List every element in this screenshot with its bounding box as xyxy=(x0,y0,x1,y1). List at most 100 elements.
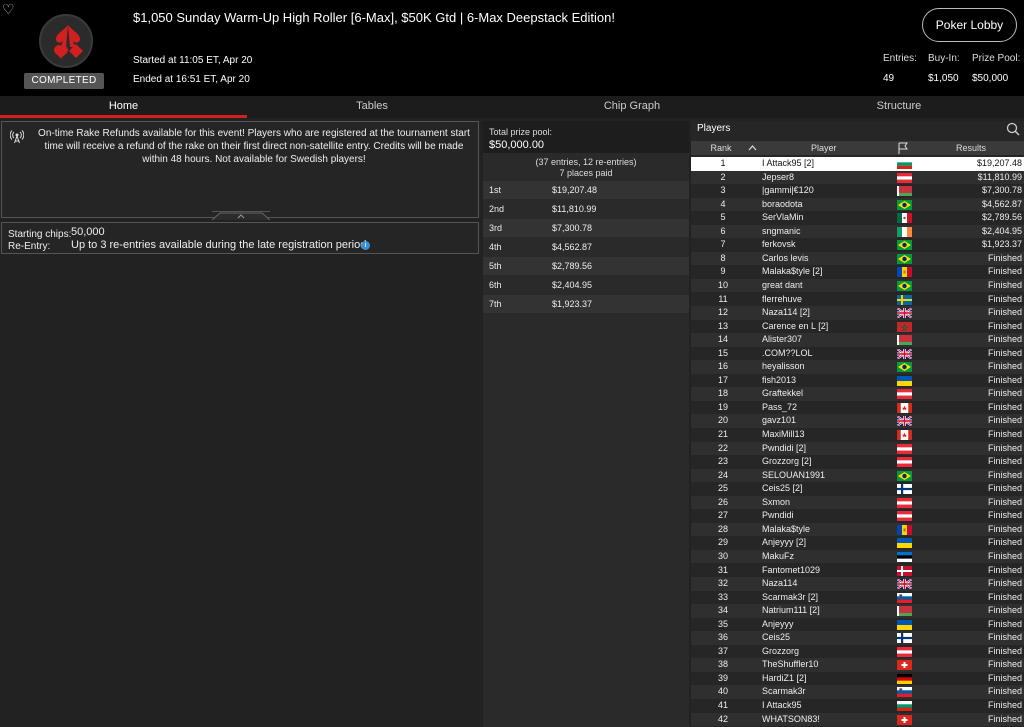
player-row[interactable]: 11 flerrehuve Finished xyxy=(691,293,1024,307)
player-rank: 33 xyxy=(717,591,728,602)
brazil-flag-icon xyxy=(897,253,912,264)
player-row[interactable]: 24 SELOUAN1991 Finished xyxy=(691,468,1024,483)
player-row[interactable]: 8 Carlos levis Finished xyxy=(691,251,1024,266)
player-row[interactable]: 1 I Attack95 [2] $19,207.48 xyxy=(691,157,1024,171)
player-row[interactable]: 40 Scarmak3r Finished xyxy=(691,685,1024,699)
player-row[interactable]: 31 Fantomet1029 Finished xyxy=(691,564,1024,578)
tab-chip-graph[interactable]: Chip Graph xyxy=(497,96,767,118)
player-row[interactable]: 15 .COM??LOL Finished xyxy=(691,347,1024,361)
player-row[interactable]: 37 Grozzorg Finished xyxy=(691,645,1024,659)
player-row[interactable]: 19 Pass_72 Finished xyxy=(691,401,1024,415)
player-row[interactable]: 17 fish2013 Finished xyxy=(691,374,1024,388)
player-row[interactable]: 27 Pwndidi Finished xyxy=(691,509,1024,523)
rank-column-header[interactable]: Rank xyxy=(691,141,751,155)
player-row[interactable]: 4 boraodota $4,562.87 xyxy=(691,197,1024,212)
player-row[interactable]: 30 MakuFz Finished xyxy=(691,549,1024,564)
finland-flag-icon xyxy=(897,484,912,495)
player-row[interactable]: 22 Pwndidi [2] Finished xyxy=(691,441,1024,456)
payout-row: 4th $4,562.87 xyxy=(483,238,689,256)
player-rank: 8 xyxy=(720,252,726,263)
player-row[interactable]: 25 Ceis25 [2] Finished xyxy=(691,482,1024,496)
player-rank: 42 xyxy=(717,713,728,724)
poker-lobby-button[interactable]: Poker Lobby xyxy=(922,8,1017,42)
player-result: Finished xyxy=(987,713,1022,724)
payout-row: 5th $2,789.56 xyxy=(483,257,689,275)
austria-flag-icon xyxy=(897,511,912,522)
canada-flag-icon xyxy=(897,402,912,413)
player-row[interactable]: 42 WHATSON83! Finished xyxy=(691,712,1024,727)
player-result: Finished xyxy=(987,374,1022,385)
player-row[interactable]: 38 TheShuffler10 Finished xyxy=(691,658,1024,672)
player-row[interactable]: 5 SerVlaMin $2,789.56 xyxy=(691,211,1024,225)
prize-panel: Total prize pool: $50,000.00 (37 entries… xyxy=(483,121,689,727)
payout-row: 6th $2,404.95 xyxy=(483,276,689,294)
heart-icon[interactable]: ♡ xyxy=(2,2,16,16)
player-name: MakuFz xyxy=(762,550,795,561)
player-row[interactable]: 9 Malaka$tyle [2] Finished xyxy=(691,265,1024,279)
payout-row: 1st $19,207.48 xyxy=(483,181,689,199)
player-row[interactable]: 36 Ceis25 Finished xyxy=(691,631,1024,645)
player-result: $7,300.78 xyxy=(981,185,1022,196)
player-column-header[interactable]: Player xyxy=(811,141,837,155)
player-row[interactable]: 41 I Attack95 Finished xyxy=(691,699,1024,713)
austria-flag-icon xyxy=(897,497,912,508)
results-column-header[interactable]: Results xyxy=(956,141,986,155)
prize-header: Total prize pool: $50,000.00 xyxy=(483,121,689,153)
player-result: Finished xyxy=(987,537,1022,548)
player-row[interactable]: 20 gavz101 Finished xyxy=(691,414,1024,428)
player-row[interactable]: 13 Carence en L [2] Finished xyxy=(691,320,1024,334)
player-row[interactable]: 10 great dant Finished xyxy=(691,278,1024,293)
player-row[interactable]: 14 Alister307 Finished xyxy=(691,333,1024,347)
player-result: Finished xyxy=(987,510,1022,521)
prizepool-value: $50,000 xyxy=(972,73,1009,84)
collapse-handle[interactable] xyxy=(211,211,271,221)
player-row[interactable]: 2 Jepser8 $11,810.99 xyxy=(691,170,1024,185)
player-row[interactable]: 12 Naza114 [2] Finished xyxy=(691,306,1024,320)
player-result: $11,810.99 xyxy=(977,171,1022,182)
player-name: Alister307 xyxy=(762,334,803,345)
uk-flag-icon xyxy=(897,579,912,590)
player-rank: 6 xyxy=(720,225,726,236)
player-row[interactable]: 16 heyalisson Finished xyxy=(691,360,1024,374)
player-row[interactable]: 28 Malaka$tyle Finished xyxy=(691,522,1024,537)
bulgaria-flag-icon xyxy=(897,159,912,169)
player-row[interactable]: 39 HardiZ1 [2] Finished xyxy=(691,672,1024,686)
player-row[interactable]: 32 Naza114 Finished xyxy=(691,577,1024,591)
tab-home[interactable]: Home xyxy=(0,96,247,118)
payout-amount: $2,404.95 xyxy=(552,280,593,290)
player-row[interactable]: 7 ferkovsk $1,923.37 xyxy=(691,238,1024,252)
player-rank: 18 xyxy=(717,388,728,399)
player-rank: 7 xyxy=(720,239,726,250)
payout-amount: $2,789.56 xyxy=(552,261,593,271)
tab-structure[interactable]: Structure xyxy=(767,96,1024,118)
player-rank: 27 xyxy=(717,510,728,521)
start-time: Started at 11:05 ET, Apr 20 xyxy=(133,55,253,66)
player-rank: 19 xyxy=(717,401,728,412)
player-row[interactable]: 34 Natrium111 [2] Finished xyxy=(691,604,1024,618)
player-result: Finished xyxy=(987,334,1022,345)
player-row[interactable]: 3 |gammi|€120 $7,300.78 xyxy=(691,184,1024,198)
player-rank: 24 xyxy=(717,469,728,480)
player-row[interactable]: 21 MaxiMill13 Finished xyxy=(691,428,1024,442)
player-row[interactable]: 26 Sxmon Finished xyxy=(691,495,1024,510)
morocco-flag-icon xyxy=(897,321,912,332)
total-prize-value: $50,000.00 xyxy=(489,139,545,151)
starting-chips-value: 50,000 xyxy=(71,226,105,238)
player-name: Naza114 xyxy=(762,578,798,589)
player-result: Finished xyxy=(987,252,1022,263)
player-row[interactable]: 33 Scarmak3r [2] Finished xyxy=(691,591,1024,605)
player-rank: 32 xyxy=(717,578,728,589)
total-prize-label: Total prize pool: xyxy=(489,127,553,137)
payout-row: 7th $1,923.37 xyxy=(483,295,689,313)
player-row[interactable]: 6 sngmanic $2,404.95 xyxy=(691,224,1024,239)
player-name: flerrehuve xyxy=(762,293,803,304)
player-row[interactable]: 29 Anjeyyy [2] Finished xyxy=(691,536,1024,550)
player-name: I Attack95 xyxy=(762,700,802,710)
tab-tables[interactable]: Tables xyxy=(247,96,497,118)
switzerland-flag-icon xyxy=(897,714,912,725)
search-icon[interactable] xyxy=(1006,122,1020,136)
info-icon[interactable]: i xyxy=(361,241,370,250)
player-row[interactable]: 18 Graftekkel Finished xyxy=(691,387,1024,401)
player-row[interactable]: 35 Anjeyyy Finished xyxy=(691,618,1024,632)
player-row[interactable]: 23 Grozzorg [2] Finished xyxy=(691,455,1024,469)
